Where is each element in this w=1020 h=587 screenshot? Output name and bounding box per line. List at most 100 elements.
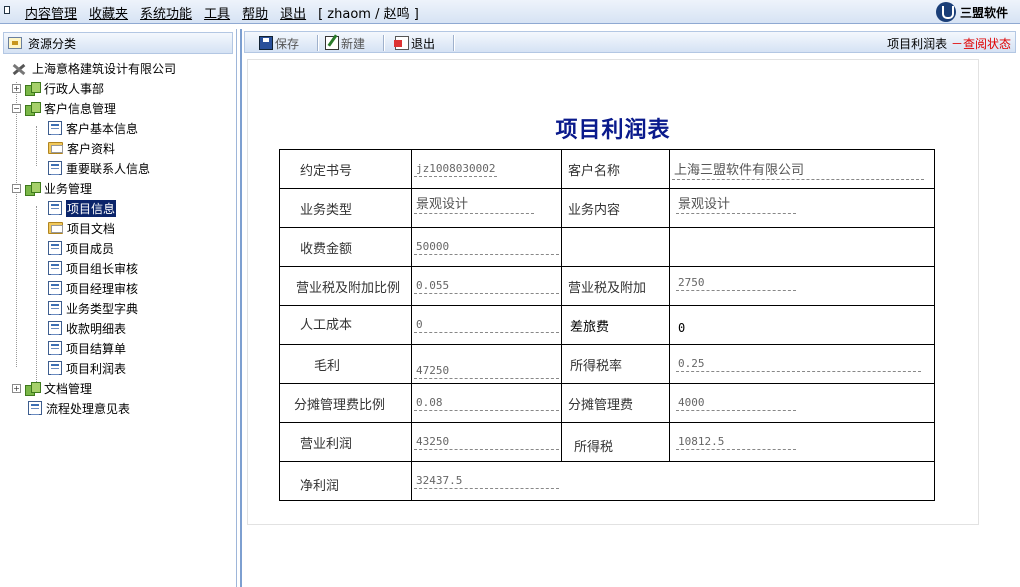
- tree-node-label: 客户基本信息: [66, 121, 139, 136]
- tree-node-payment-details[interactable]: 收款明细表: [0, 318, 236, 338]
- form-content: 项目利润表 约定书号 jz1008030002 客户名称 上海三盟软件有限公司 …: [247, 59, 979, 525]
- page-status: 项目利润表 －查阅状态: [887, 35, 1011, 52]
- tree-node-project-members[interactable]: 项目成员: [0, 238, 236, 258]
- business-content-field[interactable]: 景观设计: [669, 188, 935, 228]
- menu-content-management[interactable]: 内容管理: [25, 3, 77, 22]
- save-button-label: 保存: [275, 36, 300, 51]
- form-title: 项目利润表: [555, 117, 671, 143]
- document-icon: [48, 301, 62, 315]
- income-tax-field[interactable]: 10812.5: [669, 422, 935, 462]
- tree-node-biz-type-dict[interactable]: 业务类型字典: [0, 298, 236, 318]
- field-label: 差旅费: [561, 305, 670, 345]
- tree-node-label: 项目利润表: [66, 361, 127, 376]
- tree-node-doc-management[interactable]: + 文档管理: [0, 378, 236, 398]
- resource-tree-header: 资源分类: [3, 32, 233, 54]
- field-label: 分摊管理费比例: [279, 383, 412, 423]
- exit-icon: [394, 36, 409, 50]
- tree-node-label: 项目组长审核: [66, 261, 139, 276]
- gross-profit-field[interactable]: 47250: [411, 344, 562, 384]
- tree-node-settlement[interactable]: 项目结算单: [0, 338, 236, 358]
- save-button[interactable]: 保存: [259, 34, 299, 52]
- field-label: 客户名称: [561, 149, 670, 189]
- tree-node-client-info[interactable]: − 客户信息管理: [0, 98, 236, 118]
- tree-node-project-docs[interactable]: 项目文档: [0, 218, 236, 238]
- brand: 三盟软件: [935, 2, 1008, 22]
- current-user: [ zhaom / 赵鸣 ]: [318, 7, 419, 22]
- resource-tree: 上海意格建筑设计有限公司 + 行政人事部 − 客户信息管理 客户基本信息 客户资…: [0, 54, 236, 418]
- travel-expense-field[interactable]: 0: [669, 305, 935, 345]
- business-type-field[interactable]: 景观设计: [411, 188, 562, 228]
- collapse-icon[interactable]: −: [12, 103, 21, 113]
- menu-favorites[interactable]: 收藏夹: [89, 3, 128, 22]
- operating-profit-field[interactable]: 43250: [411, 422, 562, 462]
- tree-node-label: 业务类型字典: [66, 301, 139, 316]
- fee-amount-field[interactable]: 50000: [411, 227, 562, 267]
- tree-node-label: 客户信息管理: [44, 101, 117, 116]
- document-icon: [48, 241, 62, 255]
- business-tax-ratio-field[interactable]: 0.055: [411, 266, 562, 306]
- group-icon: [24, 381, 41, 396]
- field-label: 净利润: [279, 461, 412, 501]
- tree-node-label: 文档管理: [44, 381, 93, 396]
- group-icon: [24, 181, 41, 196]
- field-label: 营业利润: [279, 422, 412, 462]
- menu-bar: 内容管理 收藏夹 系统功能 工具 帮助 退出 [ zhaom / 赵鸣 ] 三盟…: [0, 0, 1020, 24]
- tree-node-client-docs[interactable]: 客户资料: [0, 138, 236, 158]
- document-icon: [48, 161, 62, 175]
- resource-tree-title: 资源分类: [28, 36, 77, 51]
- menu-tools[interactable]: 工具: [204, 3, 230, 22]
- exit-button[interactable]: 退出: [394, 34, 435, 52]
- profit-table: 约定书号 jz1008030002 客户名称 上海三盟软件有限公司 业务类型 景…: [279, 149, 935, 501]
- new-button[interactable]: 新建: [325, 34, 365, 52]
- tree-node-key-contacts[interactable]: 重要联系人信息: [0, 158, 236, 178]
- table-row: 净利润 32437.5: [279, 461, 935, 501]
- toolbar-separator: [383, 35, 385, 51]
- tree-node-project-info[interactable]: 项目信息: [0, 198, 236, 218]
- main-panel: 保存 新建 退出 项目利润表 －查阅状态 项目利润表 约定书号 jz100803…: [240, 29, 1020, 587]
- main-menu: 内容管理 收藏夹 系统功能 工具 帮助 退出 [ zhaom / 赵鸣 ]: [25, 3, 419, 22]
- mgmt-fee-ratio-field[interactable]: 0.08: [411, 383, 562, 423]
- table-row: 分摊管理费比例 0.08 分摊管理费 4000: [279, 383, 935, 423]
- group-icon: [24, 81, 41, 96]
- expand-icon[interactable]: +: [12, 83, 21, 93]
- net-profit-field[interactable]: 32437.5: [411, 461, 935, 501]
- tree-node-label: 项目经理审核: [66, 281, 139, 296]
- tree-node-label: 重要联系人信息: [66, 161, 151, 176]
- field-label: 分摊管理费: [561, 383, 670, 423]
- table-row: 营业利润 43250 所得税 10812.5: [279, 422, 935, 462]
- field-label: 收费金额: [279, 227, 412, 267]
- tree-node-label: 客户资料: [67, 141, 116, 156]
- client-name-field[interactable]: 上海三盟软件有限公司: [669, 149, 935, 189]
- document-icon: [48, 361, 62, 375]
- field-label: 人工成本: [279, 305, 412, 345]
- menu-help[interactable]: 帮助: [242, 3, 268, 22]
- mgmt-fee-field[interactable]: 4000: [669, 383, 935, 423]
- tree-node-label: 项目信息: [66, 199, 117, 217]
- page-name: 项目利润表: [887, 37, 948, 51]
- toolbar-separator: [317, 35, 319, 51]
- tree-node-manager-review[interactable]: 项目经理审核: [0, 278, 236, 298]
- income-tax-rate-field[interactable]: 0.25: [669, 344, 935, 384]
- tree-node-label: 项目成员: [66, 241, 115, 256]
- document-icon: [48, 341, 62, 355]
- tree-node-admin-hr[interactable]: + 行政人事部: [0, 78, 236, 98]
- tree-node-company[interactable]: 上海意格建筑设计有限公司: [0, 58, 236, 78]
- tree-node-label: 流程处理意见表: [46, 401, 131, 416]
- business-tax-field[interactable]: 2750: [669, 266, 935, 306]
- menu-logout[interactable]: 退出: [280, 3, 306, 22]
- collapse-icon[interactable]: −: [12, 183, 21, 193]
- expand-icon[interactable]: +: [12, 383, 21, 393]
- tree-node-client-basic[interactable]: 客户基本信息: [0, 118, 236, 138]
- field-label: 业务内容: [561, 188, 670, 228]
- contract-no-field[interactable]: jz1008030002: [411, 149, 562, 189]
- tree-node-profit-table[interactable]: 项目利润表: [0, 358, 236, 378]
- field-label: 所得税率: [561, 344, 670, 384]
- field-label: 营业税及附加: [561, 266, 670, 306]
- table-row: 约定书号 jz1008030002 客户名称 上海三盟软件有限公司: [279, 149, 935, 189]
- tree-node-workflow-opinions[interactable]: 流程处理意见表: [0, 398, 236, 418]
- labor-cost-field[interactable]: 0: [411, 305, 562, 345]
- tree-node-business[interactable]: − 业务管理: [0, 178, 236, 198]
- tree-node-leader-review[interactable]: 项目组长审核: [0, 258, 236, 278]
- menu-system-functions[interactable]: 系统功能: [140, 3, 192, 22]
- brand-name: 三盟软件: [959, 5, 1008, 20]
